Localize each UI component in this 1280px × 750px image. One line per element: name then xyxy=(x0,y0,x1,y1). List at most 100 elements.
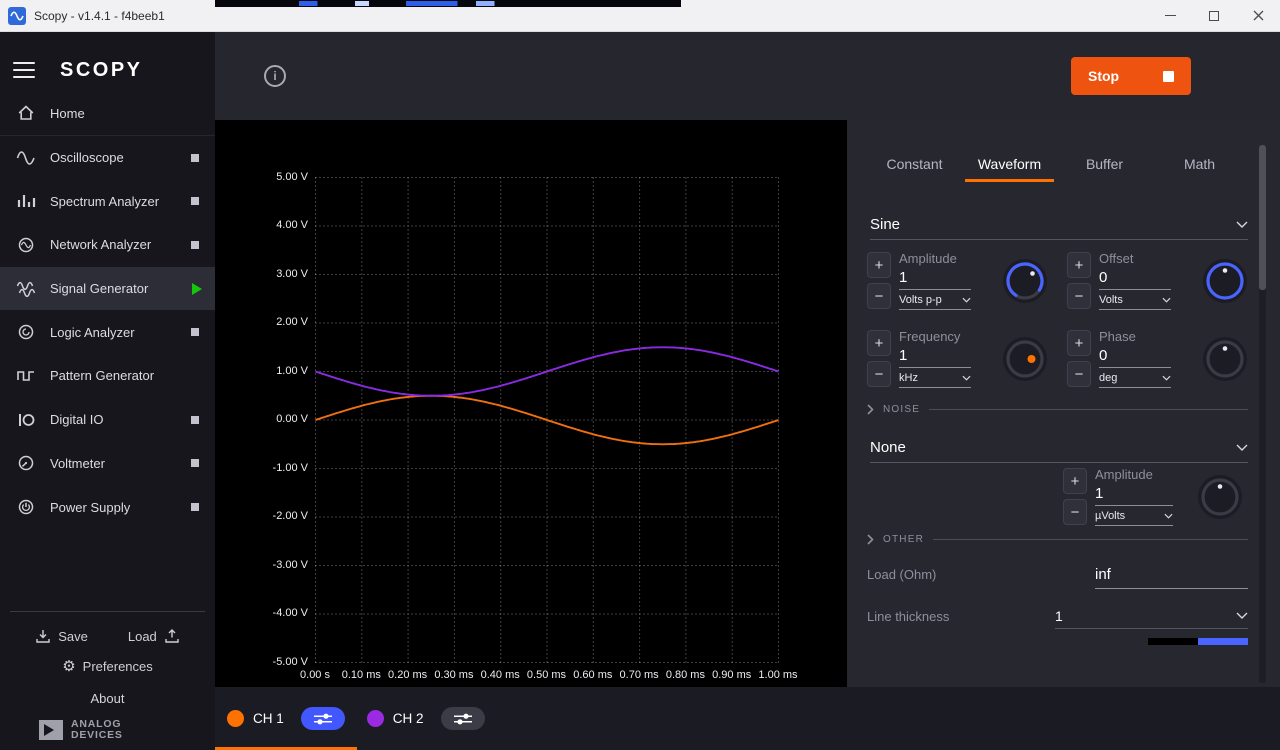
sidebar-item-home[interactable]: Home xyxy=(0,92,215,136)
line-thickness-row: Line thickness 1 xyxy=(867,603,1248,631)
chevron-right-icon xyxy=(867,404,874,415)
offset-unit-value: Volts xyxy=(1099,294,1123,306)
close-button[interactable] xyxy=(1236,0,1280,31)
offset-knob[interactable] xyxy=(1202,258,1248,304)
y-axis-tick-label: -1.00 V xyxy=(273,462,308,474)
offset-value-input[interactable]: 0 xyxy=(1099,269,1171,290)
load-button[interactable]: Load xyxy=(128,628,180,644)
phase-value-input[interactable]: 0 xyxy=(1099,347,1171,368)
stopped-indicator xyxy=(191,328,199,336)
frequency-unit-value: kHz xyxy=(899,372,918,384)
y-axis-tick-label: -5.00 V xyxy=(273,656,308,668)
stopped-indicator xyxy=(191,503,199,511)
y-axis-tick-label: -3.00 V xyxy=(273,559,308,571)
noise-amplitude-control: + − Amplitude 1 µVolts xyxy=(1063,467,1248,526)
noise-amplitude-knob[interactable] xyxy=(1197,474,1243,520)
tab-constant[interactable]: Constant xyxy=(867,145,962,182)
stop-square-icon xyxy=(1163,71,1174,82)
sidebar-item-spectrum-analyzer[interactable]: Spectrum Analyzer xyxy=(0,179,215,223)
tab-math[interactable]: Math xyxy=(1152,145,1247,182)
menu-toggle-button[interactable] xyxy=(10,59,38,81)
sidebar-item-digital-io[interactable]: Digital IO xyxy=(0,398,215,442)
y-axis-labels: 5.00 V4.00 V3.00 V2.00 V1.00 V0.00 V-1.0… xyxy=(215,177,308,663)
channel-2-settings-button[interactable] xyxy=(441,707,485,730)
y-axis-tick-label: -2.00 V xyxy=(273,510,308,522)
tab-buffer[interactable]: Buffer xyxy=(1057,145,1152,182)
phase-decrement-button[interactable]: − xyxy=(1067,361,1091,387)
close-icon xyxy=(1253,10,1264,21)
load-ohm-input[interactable]: inf xyxy=(1095,561,1248,589)
x-axis-tick-label: 0.20 ms xyxy=(388,669,427,681)
sidebar-item-logic-analyzer[interactable]: Logic Analyzer xyxy=(0,310,215,354)
tab-waveform[interactable]: Waveform xyxy=(962,145,1057,182)
sidebar-item-signal-generator[interactable]: Signal Generator xyxy=(0,267,215,311)
sidebar-item-power-supply[interactable]: Power Supply xyxy=(0,485,215,529)
noise-section-header[interactable]: NOISE xyxy=(867,404,1248,415)
other-section-header[interactable]: OTHER xyxy=(867,534,1248,545)
amplitude-decrement-button[interactable]: − xyxy=(867,283,891,309)
noise-type-select[interactable]: None xyxy=(870,433,1248,463)
amplitude-increment-button[interactable]: + xyxy=(867,252,891,278)
voltmeter-icon xyxy=(16,453,36,473)
stop-button[interactable]: Stop xyxy=(1071,57,1191,95)
chevron-down-icon xyxy=(1236,221,1248,229)
phase-unit-select[interactable]: deg xyxy=(1099,368,1171,388)
home-icon xyxy=(16,103,36,123)
channel-1-tab[interactable]: CH 1 xyxy=(227,707,345,730)
analog-devices-logo: ANALOG DEVICES xyxy=(0,718,215,742)
horizontal-scrollbar-thumb[interactable] xyxy=(1198,638,1248,645)
noise-amplitude-decrement-button[interactable]: − xyxy=(1063,499,1087,525)
signal-generator-icon xyxy=(16,279,36,299)
content-row: 5.00 V4.00 V3.00 V2.00 V1.00 V0.00 V-1.0… xyxy=(215,120,1280,687)
vertical-scrollbar-thumb[interactable] xyxy=(1259,145,1266,290)
noise-amplitude-value-input[interactable]: 1 xyxy=(1095,485,1173,506)
vertical-scrollbar[interactable] xyxy=(1259,145,1266,683)
sidebar-item-voltmeter[interactable]: Voltmeter xyxy=(0,442,215,486)
frequency-unit-select[interactable]: kHz xyxy=(899,368,971,388)
frequency-decrement-button[interactable]: − xyxy=(867,361,891,387)
phase-knob[interactable] xyxy=(1202,336,1248,382)
horizontal-scrollbar[interactable] xyxy=(1148,638,1248,645)
about-link[interactable]: About xyxy=(0,691,215,706)
info-icon[interactable]: i xyxy=(264,65,286,87)
frequency-increment-button[interactable]: + xyxy=(867,330,891,356)
filter-sliders-icon xyxy=(312,713,334,725)
other-section-label: OTHER xyxy=(883,534,924,545)
offset-increment-button[interactable]: + xyxy=(1067,252,1091,278)
scopy-app-icon xyxy=(8,7,26,25)
x-axis-tick-label: 0.90 ms xyxy=(712,669,751,681)
maximize-button[interactable] xyxy=(1192,0,1236,31)
amplitude-value-input[interactable]: 1 xyxy=(899,269,971,290)
offset-unit-select[interactable]: Volts xyxy=(1099,290,1171,310)
load-icon xyxy=(164,628,180,644)
save-button[interactable]: Save xyxy=(35,628,88,644)
waveform-type-select[interactable]: Sine xyxy=(870,210,1248,240)
line-thickness-select[interactable]: 1 xyxy=(1055,603,1248,629)
x-axis-labels: 0.00 s0.10 ms0.20 ms0.30 ms0.40 ms0.50 m… xyxy=(315,669,779,685)
amplitude-knob[interactable] xyxy=(1002,258,1048,304)
channel-2-tab[interactable]: CH 2 xyxy=(367,707,485,730)
preferences-button[interactable]: ⚙ Preferences xyxy=(0,659,215,674)
amplitude-unit-select[interactable]: Volts p-p xyxy=(899,290,971,310)
stopped-indicator xyxy=(191,241,199,249)
sidebar-item-pattern-generator[interactable]: Pattern Generator xyxy=(0,354,215,398)
frequency-knob[interactable] xyxy=(1002,336,1048,382)
channel-1-settings-button[interactable] xyxy=(301,707,345,730)
sidebar-item-label: Network Analyzer xyxy=(50,237,151,252)
minimize-button[interactable] xyxy=(1148,0,1192,31)
noise-amplitude-unit-select[interactable]: µVolts xyxy=(1095,506,1173,526)
sidebar-item-label: Spectrum Analyzer xyxy=(50,194,159,209)
channel-2-color-dot xyxy=(367,710,384,727)
sidebar-item-network-analyzer[interactable]: Network Analyzer xyxy=(0,223,215,267)
logic-analyzer-icon xyxy=(16,322,36,342)
offset-decrement-button[interactable]: − xyxy=(1067,283,1091,309)
noise-amplitude-increment-button[interactable]: + xyxy=(1063,468,1087,494)
sidebar-item-oscilloscope[interactable]: Oscilloscope xyxy=(0,136,215,180)
y-axis-tick-label: 1.00 V xyxy=(276,365,308,377)
phase-increment-button[interactable]: + xyxy=(1067,330,1091,356)
x-axis-tick-label: 0.40 ms xyxy=(481,669,520,681)
gear-icon: ⚙ xyxy=(62,659,75,674)
frequency-value-input[interactable]: 1 xyxy=(899,347,971,368)
y-axis-tick-label: 5.00 V xyxy=(276,171,308,183)
main-area: i Stop 5.00 V4.00 V3.00 V2.00 V1.00 V0.0… xyxy=(215,32,1280,750)
